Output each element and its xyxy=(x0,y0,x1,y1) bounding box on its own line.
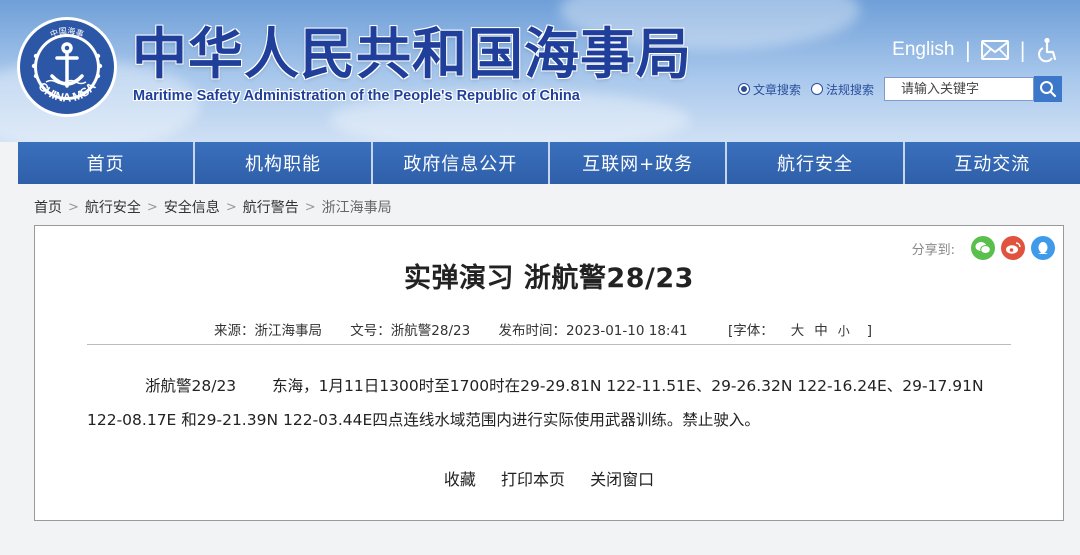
search-area: 文章搜索 法规搜索 xyxy=(738,76,1063,102)
breadcrumb-separator: > xyxy=(225,199,237,215)
site-subtitle: Maritime Safety Administration of the Pe… xyxy=(133,88,580,104)
breadcrumb-safety-info[interactable]: 安全信息 xyxy=(164,197,220,217)
close-window-link[interactable]: 关闭窗口 xyxy=(590,470,654,489)
radio-regulation-search[interactable]: 法规搜索 xyxy=(811,81,874,98)
msa-emblem-logo[interactable]: CHINA MSA 中国海事 xyxy=(16,16,118,118)
breadcrumb-separator: > xyxy=(146,199,158,215)
article-body: 浙航警28/23 东海，1月11日1300时至1700时在29-29.81N 12… xyxy=(87,369,1027,437)
font-size-control: [字体： 大中小] xyxy=(716,323,884,339)
warning-text-line-2: 122-08.17E 和29-21.39N 122-03.44E四点连线水域范围… xyxy=(87,411,760,429)
nav-item-internet-gov[interactable]: 互联网+政务 xyxy=(549,142,728,184)
radio-button[interactable] xyxy=(738,83,750,95)
top-links: English | | xyxy=(892,35,1058,65)
radio-article-search[interactable]: 文章搜索 xyxy=(738,81,801,98)
warning-text-line-1: 东海，1月11日1300时至1700时在29-29.81N 122-11.51E… xyxy=(272,377,984,395)
radio-label: 法规搜索 xyxy=(826,82,875,97)
nav-item-functions[interactable]: 机构职能 xyxy=(195,142,373,184)
nav-item-navigation-safety[interactable]: 航行安全 xyxy=(727,142,905,184)
font-size-close: ] xyxy=(866,323,873,339)
breadcrumb-navigation-warnings[interactable]: 航行警告 xyxy=(243,197,299,217)
nav-item-gov-info[interactable]: 政府信息公开 xyxy=(372,142,550,184)
font-size-small[interactable]: 小 xyxy=(838,324,850,338)
article-panel: 分享到: 实弹演习 浙航警28/23 来源：浙江海事局 文号：浙航警28/23 … xyxy=(34,225,1064,521)
site-header: CHINA MSA 中国海事 中华人民共和国海事局 Maritime Safet… xyxy=(0,0,1080,142)
article-meta: 来源：浙江海事局 文号：浙航警28/23 发布时间：2023-01-10 18:… xyxy=(35,319,1063,339)
site-title: 中华人民共和国海事局 xyxy=(132,22,693,86)
breadcrumb-home[interactable]: 首页 xyxy=(34,197,62,217)
breadcrumb-navigation-safety[interactable]: 航行安全 xyxy=(85,197,141,217)
search-input[interactable] xyxy=(884,77,1035,101)
article-actions: 收藏 打印本页 关闭窗口 xyxy=(35,466,1063,490)
font-size-medium[interactable]: 中 xyxy=(814,323,828,339)
meta-divider xyxy=(87,344,1011,345)
font-size-large[interactable]: 大 xyxy=(791,323,805,339)
nav-item-home[interactable]: 首页 xyxy=(18,142,196,184)
share-label: 分享到: xyxy=(911,242,955,258)
breadcrumb-current[interactable]: 浙江海事局 xyxy=(322,197,392,217)
article-title: 实弹演习 浙航警28/23 xyxy=(404,263,694,294)
radio-label: 文章搜索 xyxy=(753,82,802,97)
separator: | xyxy=(1019,38,1026,62)
breadcrumb: 首页 > 航行安全 > 安全信息 > 航行警告 > 浙江海事局 xyxy=(34,197,392,217)
mail-icon[interactable] xyxy=(981,40,1010,60)
weibo-icon xyxy=(1006,242,1021,254)
english-link[interactable]: English xyxy=(892,39,954,61)
article-source: 来源：浙江海事局 xyxy=(213,323,322,339)
breadcrumb-separator: > xyxy=(68,199,79,215)
qq-icon xyxy=(1038,241,1048,254)
font-size-label: [字体： xyxy=(727,323,774,339)
breadcrumb-separator: > xyxy=(304,199,316,215)
radio-button[interactable] xyxy=(811,83,824,95)
nav-item-interaction[interactable]: 互动交流 xyxy=(904,142,1080,184)
warning-code: 浙航警28/23 xyxy=(145,377,237,395)
separator: | xyxy=(964,38,972,62)
article-body-line: 浙航警28/23 东海，1月11日1300时至1700时在29-29.81N 12… xyxy=(87,369,1027,403)
main-nav: 首页 机构职能 政府信息公开 互联网+政务 航行安全 互动交流 xyxy=(18,142,1080,184)
wechat-icon xyxy=(975,242,991,254)
favorite-link[interactable]: 收藏 xyxy=(444,470,476,489)
search-button[interactable] xyxy=(1034,76,1063,102)
print-link[interactable]: 打印本页 xyxy=(501,470,565,489)
search-icon xyxy=(1040,81,1057,98)
article-publish-time: 发布时间：2023-01-10 18:41 xyxy=(498,323,688,339)
accessibility-icon[interactable] xyxy=(1036,37,1058,63)
article-doc-number: 文号：浙航警28/23 xyxy=(350,323,471,339)
